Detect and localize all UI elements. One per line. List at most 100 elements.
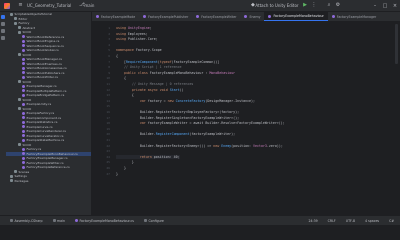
cursor-position: 24:39: [308, 218, 318, 223]
line-number: 18: [106, 121, 110, 126]
csharp-file-icon: [22, 48, 25, 52]
status-config-label: Configure: [148, 218, 164, 223]
csharp-file-icon: [22, 39, 25, 43]
status-bar: Assembly-CSharp main FactoryExampleMonoB…: [0, 215, 400, 225]
csharp-file-icon: [22, 147, 25, 151]
commit-tool-icon[interactable]: [1, 22, 5, 26]
tree-item[interactable]: Packages: [6, 179, 91, 184]
editor-tab[interactable]: FactoryExampleMonoBehaviour: [264, 12, 328, 21]
code-line[interactable]: namespace Factory.Scope: [116, 48, 162, 52]
branch-selector[interactable]: ⎇ main: [75, 3, 95, 9]
folder-icon: [10, 179, 13, 183]
code-editor[interactable]: 1 using UnityEngine; 2 using Employees; 3 usi…: [92, 22, 400, 215]
project-name: UC_Geometry_Tutorial: [27, 3, 72, 8]
code-line[interactable]: using Publisher.Core;: [116, 37, 158, 41]
file-icon: [74, 219, 78, 222]
csharp-file-icon: [22, 89, 25, 93]
folder-icon: [18, 30, 21, 34]
status-line-ending[interactable]: CRLF: [328, 219, 336, 223]
editor-tab[interactable]: FactoryExampleManager: [328, 12, 380, 21]
status-project-label: Assembly-CSharp: [14, 218, 43, 223]
status-indent[interactable]: 4 spaces: [365, 219, 379, 223]
folder-icon: [18, 143, 21, 147]
code-line[interactable]: // Unity Message | 0 references: [116, 82, 194, 86]
editor-scrollbar[interactable]: [395, 24, 398, 64]
code-line[interactable]: using UnityEngine;: [116, 26, 152, 30]
code-line[interactable]: Builder.RegisterSingleton<FactoryExample…: [116, 116, 239, 120]
csharp-file-icon: [22, 165, 25, 169]
main-menu-button[interactable]: ≡: [14, 3, 23, 8]
tree-item-label: ExampleBridgePattern.cs: [26, 93, 65, 97]
csharp-file-icon: [22, 62, 25, 66]
line-number: 14: [106, 98, 110, 103]
editor-tab[interactable]: FactoryExampleWriter: [192, 12, 240, 21]
csharp-file-icon: [22, 84, 25, 88]
indent-label: 4 spaces: [365, 218, 380, 223]
code-line[interactable]: var factory = new ConcreteFactory(Design…: [116, 99, 255, 103]
unity-icon: [10, 219, 13, 222]
csharp-file-icon: [22, 111, 25, 115]
tab-label: FactoryExampleManager: [336, 14, 377, 19]
line-number: 8: [108, 65, 110, 70]
project-tree-panel: ScriptableObjectsTutorial Editor Factory Ab…: [6, 12, 92, 215]
status-file[interactable]: FactoryExampleMonoBehaviour.cs: [74, 219, 134, 223]
maximize-button[interactable]: □: [380, 0, 390, 12]
debug-icon[interactable]: ▶: [303, 3, 308, 8]
status-branch[interactable]: main: [52, 219, 65, 223]
more-icon[interactable]: ⋮: [312, 3, 317, 8]
line-number: 20: [106, 132, 110, 137]
csharp-file-icon: [22, 71, 25, 75]
code-line[interactable]: using Employees;: [116, 32, 148, 36]
csharp-file-icon: [22, 129, 25, 133]
title-bar: ≡ UC_Geometry_Tutorial ⎇ main ◆ Attach to…: [0, 0, 400, 12]
csharp-file-icon: [22, 116, 25, 120]
code-line[interactable]: [RequireComponent(typeof(FactoryExampleC…: [116, 60, 219, 64]
language-label: C#: [389, 218, 394, 223]
code-line[interactable]: Builder.RegisterComponent(factoryExample…: [116, 132, 235, 136]
code-line[interactable]: // Unity Script | 1 reference: [116, 65, 182, 69]
branch-icon: [52, 219, 56, 222]
code-line[interactable]: public class FactoryExampleMonoBehaviour…: [116, 71, 235, 75]
run-widget[interactable]: ◆ Attach to Unity Editor ▶ ⋮: [246, 3, 317, 9]
code-line[interactable]: private async void Start(): [116, 88, 184, 92]
line-number: 15: [106, 104, 110, 109]
code-line[interactable]: {: [116, 54, 118, 58]
csharp-file-icon: [22, 134, 25, 138]
status-position[interactable]: 24:39: [308, 219, 317, 223]
code-line[interactable]: Builder.RegisterFactory<EmployeeFactory>…: [116, 110, 239, 114]
project-tool-icon[interactable]: [1, 15, 5, 19]
tab-label: FactoryExampleMode: [101, 14, 136, 19]
line-number: 27: [106, 171, 110, 176]
unity-explorer-icon[interactable]: [1, 29, 5, 33]
line-number: 22: [106, 143, 110, 148]
editor-tab[interactable]: Enemy: [240, 12, 264, 21]
code-line[interactable]: Builder.RegisterFactory<Enemy>(() => new…: [116, 144, 283, 148]
code-line[interactable]: {: [116, 76, 126, 80]
editor-tab[interactable]: FactoryExamplePublisher: [139, 12, 192, 21]
more-tools-icon[interactable]: [1, 36, 5, 40]
status-encoding[interactable]: UTF-8: [346, 219, 355, 223]
search-icon[interactable]: ⌕: [327, 3, 332, 8]
folder-icon: [18, 26, 21, 30]
csharp-file-icon: [196, 15, 200, 18]
project-selector[interactable]: UC_Geometry_Tutorial: [27, 3, 71, 8]
status-config[interactable]: Configure: [143, 218, 164, 223]
code-line[interactable]: }: [116, 172, 118, 176]
close-button[interactable]: ×: [390, 0, 400, 12]
status-project[interactable]: Assembly-CSharp: [10, 219, 43, 223]
editor-tab[interactable]: FactoryExampleMode: [92, 12, 139, 21]
csharp-file-icon: [22, 125, 25, 129]
csharp-file-icon: [22, 93, 25, 97]
code-line[interactable]: var factoryExampleWriter = await Builder…: [116, 121, 285, 125]
settings-icon[interactable]: ⚙: [336, 3, 341, 8]
branch-name: main: [84, 3, 95, 8]
csharp-file-icon: [22, 57, 25, 61]
code-line[interactable]: }: [116, 166, 126, 170]
code-line[interactable]: }: [116, 160, 134, 164]
code-line[interactable]: return position: 40;: [116, 154, 180, 159]
status-language[interactable]: C#: [389, 219, 394, 223]
minimize-button[interactable]: –: [370, 0, 380, 12]
folder-icon: [14, 21, 17, 25]
csharp-file-icon: [331, 15, 335, 18]
code-line[interactable]: {: [116, 93, 134, 97]
